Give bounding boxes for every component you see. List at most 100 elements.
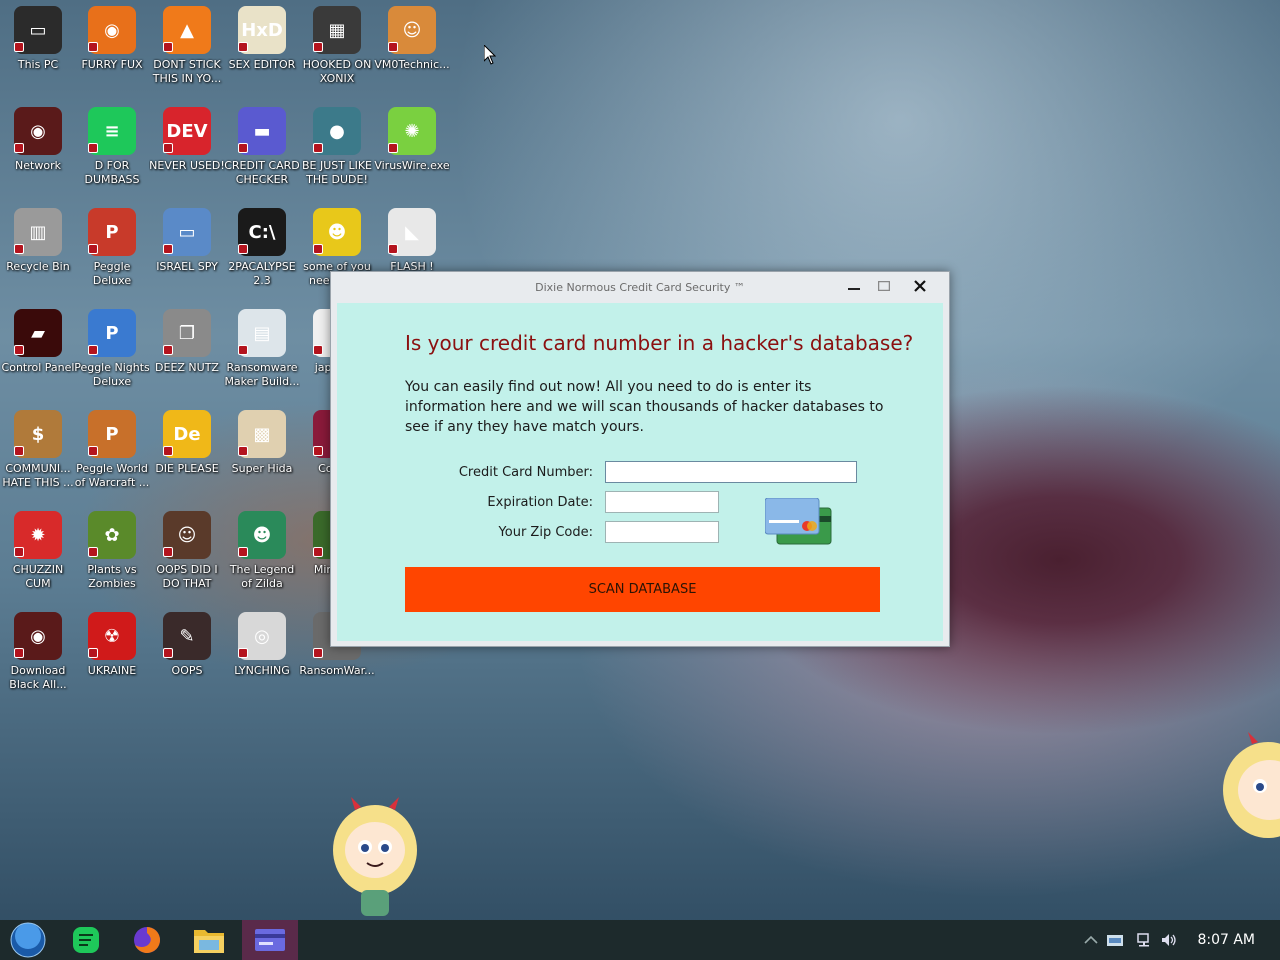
window-title: Dixie Normous Credit Card Security ™ [535,280,745,294]
taskbar-clock[interactable]: 8:07 AM [1197,920,1255,960]
volume-button[interactable] [1158,920,1180,960]
desktop-icon-label: Network [15,159,61,172]
desktop-icon-2pacalypse-2-3[interactable]: C:\ 2PACALYPSE 2.3 [224,208,300,308]
desktop-icon-vm0technic[interactable]: ☺ VM0Technic... [374,6,450,106]
tray-app-icon[interactable] [1104,920,1126,960]
desktop-icon-recycle-bin[interactable]: ▥ Recycle Bin [0,208,76,308]
desktop-icon-label: CHUZZIN CUM [12,563,64,590]
desktop-icon-hooked-on-xonix[interactable]: ▦ HOOKED ON XONIX [299,6,375,106]
desktop-icon-label: UKRAINE [87,664,137,677]
desktop-icon-communi-hate-this[interactable]: $ COMMUNI... HATE THIS ... [0,410,76,510]
super-hida-icon: ▩ [238,410,286,458]
cartoon-sticker-right [1218,730,1280,855]
icon-glyph: ▥ [29,221,47,243]
desktop-icon-super-hida[interactable]: ▩ Super Hida [224,410,300,510]
taskbar-app-credit-card-checker[interactable] [242,920,298,960]
die-please-icon: De [163,410,211,458]
desktop-icon-dont-stick-this-in-yo[interactable]: ▲ DONT STICK THIS IN YO... [149,6,225,106]
desktop-icon-furry-fux[interactable]: ◉ FURRY FUX [74,6,150,106]
desktop-icon-label: Peggle Nights Deluxe [74,361,150,388]
desktop-icon-download-black-all[interactable]: ◉ Download Black All... [0,612,76,712]
desktop-icon-peggle-world-of-warcraft[interactable]: P Peggle World of Warcraft ... [74,410,150,510]
peggle-deluxe-icon: P [88,208,136,256]
minimize-button[interactable] [839,274,869,298]
desktop-icon-peggle-deluxe[interactable]: P Peggle Deluxe [74,208,150,308]
desktop-icon-label: Control Panel [1,361,75,374]
show-hidden-icons-button[interactable] [1080,920,1102,960]
desktop-icon-oops-did-i-do-that[interactable]: ☺ OOPS DID I DO THAT [149,511,225,611]
icon-glyph: ▭ [178,221,196,243]
taskbar-app-file-explorer[interactable] [181,920,237,960]
icon-glyph: ✹ [30,524,46,546]
desktop-icon-israel-spy[interactable]: ▭ ISRAEL SPY [149,208,225,308]
desktop-icon-label: NEVER USED! [149,159,225,172]
icon-glyph: ✎ [179,625,195,647]
desktop-icon-chuzzin-cum[interactable]: ✹ CHUZZIN CUM [0,511,76,611]
desktop-icon-plants-vs-zombies[interactable]: ✿ Plants vs Zombies [74,511,150,611]
icon-glyph: ☺ [177,524,197,546]
cartoon-sticker-left [325,795,425,920]
shortcut-badge-icon [14,244,24,254]
desktop-icon-d-for-dumbass[interactable]: ≡ D FOR DUMBASS [74,107,150,207]
desktop-icon-be-just-like-the-dude[interactable]: ● BE JUST LIKE THE DUDE! [299,107,375,207]
oops-did-i-do-that-icon: ☺ [163,511,211,559]
desktop-icon-label: Plants vs Zombies [87,563,137,590]
window-titlebar[interactable]: Dixie Normous Credit Card Security ™ [331,272,949,302]
desktop-icon-ransomware-maker-build[interactable]: ▤ Ransomware Maker Build... [224,309,300,409]
icon-glyph: ☻ [327,221,347,243]
desktop-icon-network[interactable]: ◉ Network [0,107,76,207]
shortcut-badge-icon [88,345,98,355]
taskbar-app-messenger[interactable] [58,920,114,960]
desktop-icon-label: FURRY FUX [81,58,143,71]
icon-glyph: ▰ [31,322,45,344]
volume-icon [1162,934,1176,946]
desktop-icon-label: CREDIT CARD CHECKER [224,159,300,186]
d-for-dumbass-icon: ≡ [88,107,136,155]
expiration-date-input[interactable] [605,491,719,513]
shortcut-badge-icon [238,648,248,658]
desktop-icon-label: Download Black All... [9,664,67,691]
shortcut-badge-icon [238,547,248,557]
minimize-icon [848,288,860,290]
icon-glyph: ▭ [29,19,47,41]
desktop-icon-label: Super Hida [231,462,293,475]
desktop-icon-label: DIE PLEASE [155,462,219,475]
desktop-icon-this-pc[interactable]: ▭ This PC [0,6,76,106]
network-icon [1137,933,1149,947]
shortcut-badge-icon [14,648,24,658]
desktop-icon-die-please[interactable]: De DIE PLEASE [149,410,225,510]
maximize-icon [878,281,890,291]
desktop-icon-deez-nutz[interactable]: ❐ DEEZ NUTZ [149,309,225,409]
folder-icon [194,930,224,953]
icon-glyph: ● [329,120,345,142]
desktop-icon-oops[interactable]: ✎ OOPS [149,612,225,712]
icon-glyph: P [105,221,119,243]
scan-database-button[interactable]: SCAN DATABASE [405,567,880,612]
icon-glyph: ☻ [252,524,272,546]
start-button[interactable] [0,920,56,960]
taskbar-app-firefox[interactable] [119,920,175,960]
ukraine-icon: ☢ [88,612,136,660]
network-button[interactable] [1134,920,1156,960]
desktop-icon-peggle-nights-deluxe[interactable]: P Peggle Nights Deluxe [74,309,150,409]
description-text: You can easily find out now! All you nee… [405,379,884,435]
desktop-icon-credit-card-checker[interactable]: ▬ CREDIT CARD CHECKER [224,107,300,207]
desktop-icon-control-panel[interactable]: ▰ Control Panel [0,309,76,409]
card-number-input[interactable] [605,461,857,483]
desktop-icon-ukraine[interactable]: ☢ UKRAINE [74,612,150,712]
close-button[interactable] [905,274,935,298]
deez-nutz-icon: ❐ [163,309,211,357]
shortcut-badge-icon [163,244,173,254]
zip-code-input[interactable] [605,521,719,543]
desktop-icon-the-legend-of-zilda[interactable]: ☻ The Legend of Zilda [224,511,300,611]
window-content: Is your credit card number in a hacker's… [337,303,943,641]
desktop-icon-viruswire-exe[interactable]: ✺ VirusWire.exe [374,107,450,207]
maximize-button[interactable] [869,274,899,298]
this-pc-icon: ▭ [14,6,62,54]
icon-glyph: HxD [241,19,283,41]
desktop-icon-sex-editor[interactable]: HxD SEX EDITOR [224,6,300,106]
desktop-icon-lynching[interactable]: ◎ LYNCHING [224,612,300,712]
desktop-icon-label: OOPS DID I DO THAT [156,563,218,590]
desktop-icon-label: SEX EDITOR [228,58,296,71]
desktop-icon-never-used[interactable]: DEV NEVER USED! [149,107,225,207]
